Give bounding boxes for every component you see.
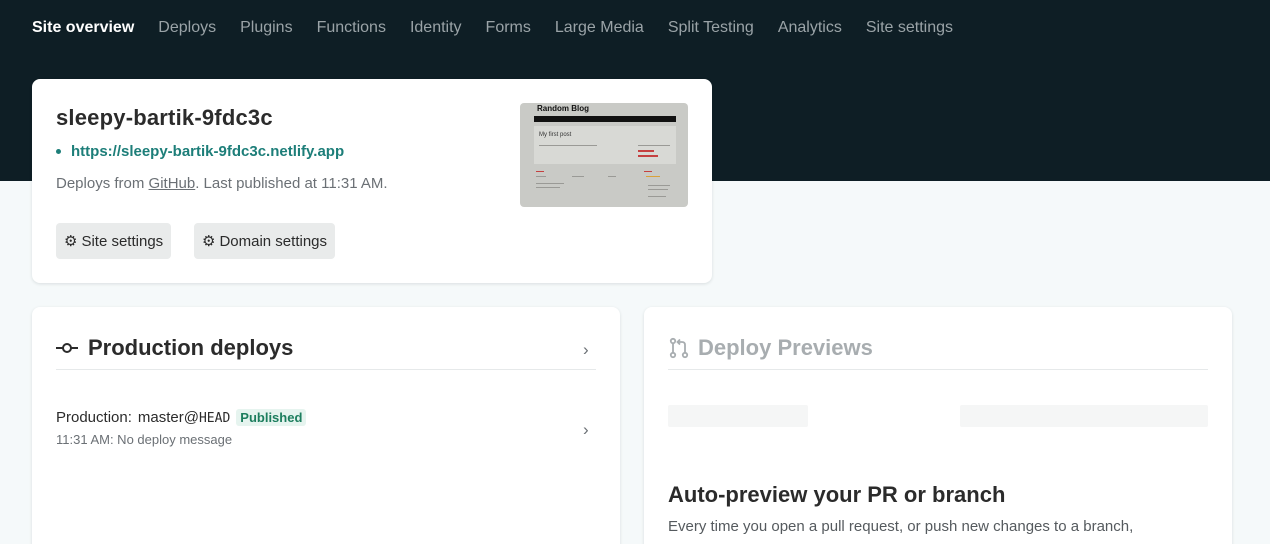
- thumbnail-text-line: [646, 176, 660, 177]
- site-screenshot-thumbnail[interactable]: Random Blog My first post: [520, 103, 688, 207]
- status-badge: Published: [236, 409, 307, 426]
- site-name: sleepy-bartik-9fdc3c: [56, 105, 273, 130]
- bullet-icon: [56, 149, 61, 154]
- thumbnail-post-title: My first post: [539, 132, 572, 138]
- production-deploys-title: Production deploys: [88, 335, 294, 360]
- thumbnail-text-line: [536, 183, 564, 184]
- production-deploys-heading[interactable]: Production deploys: [56, 335, 293, 361]
- nav-split-testing[interactable]: Split Testing: [668, 19, 754, 37]
- section-divider: [668, 369, 1208, 370]
- thumbnail-text-line: [608, 176, 616, 177]
- chevron-right-icon[interactable]: ›: [583, 340, 589, 360]
- production-label: Production:: [56, 409, 132, 426]
- nav-plugins[interactable]: Plugins: [240, 19, 292, 37]
- deploys-from-text: Deploys from: [56, 175, 149, 192]
- pull-request-icon: [669, 337, 689, 359]
- site-nav: Site overview Deploys Plugins Functions …: [32, 0, 953, 56]
- thumbnail-text-line: [536, 176, 546, 177]
- loading-placeholder: [960, 405, 1208, 427]
- section-divider: [56, 369, 596, 370]
- nav-site-overview[interactable]: Site overview: [32, 19, 134, 37]
- branch-ref: master@HEAD: [138, 409, 230, 426]
- branch-name: master@: [137, 409, 199, 426]
- site-url-link[interactable]: https://sleepy-bartik-9fdc3c.netlify.app: [71, 143, 344, 160]
- production-deploy-summary: Production: master@HEAD Published: [56, 409, 596, 426]
- production-deploys-card: Production deploys › Production: master@…: [32, 307, 620, 544]
- nav-site-settings[interactable]: Site settings: [866, 19, 953, 37]
- loading-placeholder: [668, 405, 808, 427]
- deploy-source-info: Deploys from GitHub. Last published at 1…: [56, 175, 388, 192]
- deploy-previews-card: Deploy Previews Auto-preview your PR or …: [644, 307, 1232, 544]
- thumbnail-text-line: [648, 189, 668, 190]
- thumbnail-text-line: [644, 171, 652, 172]
- thumbnail-text-line: [536, 171, 544, 172]
- github-link[interactable]: GitHub: [149, 175, 196, 192]
- thumbnail-text-line: [648, 196, 666, 197]
- production-deploy-row[interactable]: Production: master@HEAD Published 11:31 …: [56, 409, 596, 453]
- nav-deploys[interactable]: Deploys: [158, 19, 216, 37]
- deploy-message: 11:31 AM: No deploy message: [56, 432, 233, 447]
- thumbnail-text-line: [536, 187, 560, 188]
- site-url-row: https://sleepy-bartik-9fdc3c.netlify.app: [56, 143, 344, 160]
- thumbnail-blog-title: Random Blog: [537, 104, 589, 113]
- nav-large-media[interactable]: Large Media: [555, 19, 644, 37]
- nav-identity[interactable]: Identity: [410, 19, 462, 37]
- thumbnail-text-line: [648, 185, 670, 186]
- commit-ref: HEAD: [198, 411, 231, 426]
- domain-settings-label: Domain settings: [219, 232, 328, 250]
- nav-functions[interactable]: Functions: [317, 19, 386, 37]
- thumbnail-nav-bar: [534, 116, 676, 122]
- deploy-previews-heading: Deploy Previews: [668, 335, 873, 361]
- domain-settings-button[interactable]: ⚙ Domain settings: [194, 223, 336, 259]
- site-settings-label: Site settings: [81, 232, 164, 250]
- auto-preview-heading: Auto-preview your PR or branch: [668, 482, 1006, 507]
- thumbnail-link-line: [638, 150, 654, 152]
- thumbnail-text-line: [638, 145, 670, 146]
- site-summary-card: sleepy-bartik-9fdc3c https://sleepy-bart…: [32, 79, 712, 283]
- thumbnail-link-line: [638, 155, 658, 157]
- last-published-text: . Last published at 11:31 AM.: [195, 175, 388, 192]
- deploy-previews-title: Deploy Previews: [698, 335, 873, 360]
- thumbnail-text-line: [572, 176, 584, 177]
- chevron-right-icon[interactable]: ›: [583, 420, 589, 440]
- commit-icon: [56, 341, 78, 355]
- auto-preview-description: Every time you open a pull request, or p…: [668, 518, 1134, 535]
- gear-icon: ⚙: [202, 232, 216, 250]
- nav-analytics[interactable]: Analytics: [778, 19, 842, 37]
- thumbnail-text-line: [539, 145, 597, 146]
- nav-forms[interactable]: Forms: [486, 19, 531, 37]
- site-settings-button[interactable]: ⚙ Site settings: [56, 223, 172, 259]
- gear-icon: ⚙: [64, 232, 78, 250]
